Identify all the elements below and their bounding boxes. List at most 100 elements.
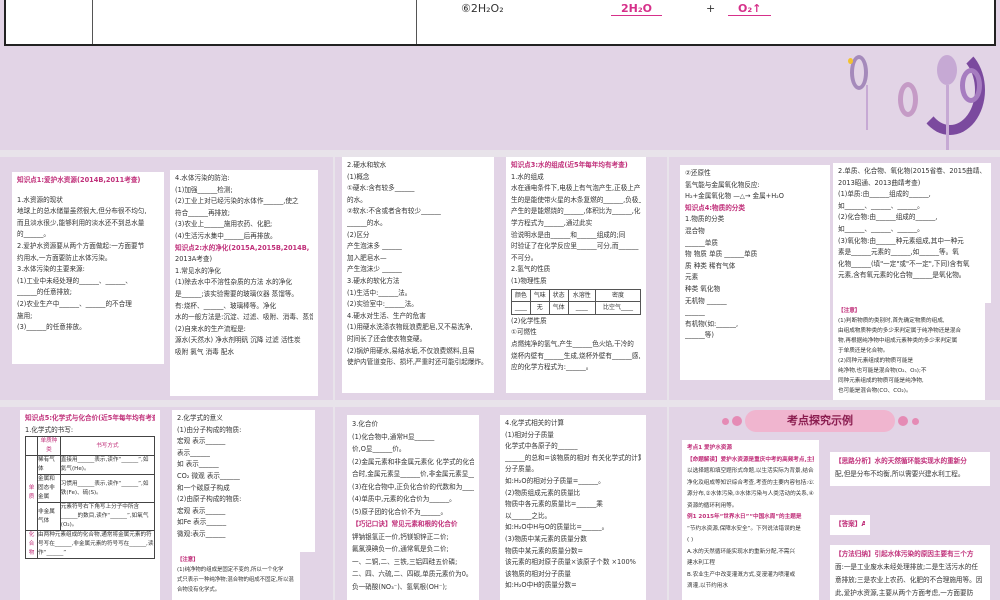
- panel-formula-calc: 4.化学式相关的计算 (1)相对分子质量化学式中各原子的______ ______的…: [500, 415, 646, 600]
- text-line: B.农业生产中改变灌溉方式,变漫灌为喷灌或: [687, 571, 796, 578]
- text-line: ______的任意排放;: [17, 288, 72, 297]
- panel-formula-meaning: 2.化学式的意义 (1)由分子构成的物质: 宏观 表示______ 表示_____…: [172, 410, 315, 552]
- text-line: 纯净物,也可能是混合物(O₂、O₃);不: [838, 368, 927, 374]
- text-line: 水的一般方法是:沉淀、过滤、吸附、消毒、蒸馏等。: [175, 313, 313, 322]
- text-line: 地球上的总水储量虽然很大,但分布很不均匀,: [17, 207, 147, 216]
- text-line: 宏观 表示______: [177, 437, 226, 446]
- text-line: CO₂ 微观 表示______: [177, 471, 240, 480]
- text-line: 由组成物质种类的多少来判定属于纯净物还是混合: [838, 328, 962, 334]
- text-line: 施用;: [17, 311, 33, 320]
- text-line: (1)由分子构成的物质:: [177, 425, 242, 434]
- text-line: [17, 187, 159, 195]
- text-line: ①可燃性: [511, 328, 537, 337]
- td: 习惯用______表示,读作“______”,如铁(Fe)、硫(S)。: [59, 474, 156, 504]
- text-line: (3)在化合物中,正负化合价的代数和为______。: [352, 482, 474, 491]
- text-line: (1)相对分子质量: [505, 430, 554, 439]
- text-line: ______: [685, 308, 705, 317]
- text-line: 考点1 爱护水资源: [687, 445, 732, 451]
- text-line: 该元素的相对原子质量×该原子个数 ×100%: [505, 558, 636, 567]
- text-block: 知识点5:化学式与化合价(近5年每年均有考查) 1.化学式的书写:: [25, 413, 155, 436]
- text-line: 滴灌,以节约用水: [687, 583, 728, 589]
- text-line: 净化及组成等知识综合考查,考查的主要内容包括:①水资: [687, 479, 814, 486]
- text-line: ______的总和=该物质的相对 有关化学式的计算: [505, 453, 641, 462]
- text-line: 不可分。: [511, 253, 538, 262]
- text-line: (2)化合物:由______组成的______,: [838, 213, 938, 222]
- text-line: 产生的是能燃烧的______,体积比为______,化: [511, 207, 641, 216]
- panel-note-formula: 【注意】 (1)纯净物的组成是固定不变的,所以一个化学 式只表示一种纯净物;混合物的…: [172, 552, 300, 600]
- text-line: 【注意】: [838, 308, 861, 314]
- text-line: (1)除去水中不溶性杂质的方法 水的净化: [175, 278, 292, 287]
- text-line: “节约水资源,保障水安全”。下列说法错误的是: [687, 525, 801, 532]
- banner-dot: [722, 418, 729, 425]
- text-line: 此,爱护水资源,主要从两个方面考虑,一方面要防: [835, 589, 974, 597]
- text-line: 4.化学式相关的计算: [505, 419, 565, 427]
- top-slide: ⑥2H₂O₂ 2H₂O + O₂↑: [0, 0, 1000, 150]
- text-line: (1)用硬水洗涤衣物既浪费肥皂,又不易洗净,: [347, 323, 473, 332]
- text-line: 3.硬水的软化方法: [347, 276, 400, 285]
- text-line: 分子质量。: [505, 465, 538, 474]
- text-line: (2)金属元素和非金属元素化 化学式的化合价: [352, 457, 474, 466]
- text-line: 生的是能使带火星的木条复燃的______,负极上: [511, 195, 641, 204]
- text-line: 以选择题和填空题形式命题,以生活实际为背景,结合水的: [687, 468, 814, 474]
- text-line: 建水利工程: [687, 560, 715, 566]
- panel-method: 【方法归纳】引起水体污染的原因主要有三个方 面:一是工业废水未经处理排放;二是生活…: [830, 545, 990, 600]
- text-line: 氟氯溴碘负一价,通常氧是负二价;: [352, 545, 449, 553]
- text-line: 4.水体污染的防治:: [175, 174, 230, 182]
- text-line: 【答案】A: [835, 520, 865, 528]
- text-line: 【注意】: [177, 557, 199, 563]
- product-2: O₂↑: [728, 2, 772, 16]
- text-line: (2)化学性质: [511, 316, 547, 325]
- text-line: 【思路分析】水的天然循环能实现水的重新分: [835, 457, 967, 465]
- td: 比空气____: [595, 301, 641, 315]
- text-line: 知识点4:物质的分类: [685, 203, 745, 212]
- text-line: 知识点5:化学式与化合价(近5年每年均有考查): [25, 414, 155, 422]
- text-line: 钾钠银氢正一价,钙镁钡锌正二价;: [352, 532, 449, 541]
- banner-dot: [898, 416, 908, 426]
- text-line: 加入肥皂水—: [347, 253, 387, 262]
- text-line: 符合______再排放;: [175, 208, 230, 217]
- text-line: 如:H₂O中H的质量分数=: [505, 581, 577, 590]
- text-line: 产生泡沫少 ______: [347, 265, 402, 274]
- panel-water-composition: 知识点3:水的组成(近5年每年均有考查) 1.水的组成 水在通电条件下,电极上有气泡…: [506, 157, 646, 393]
- text-line: 式只表示一种纯净物;混合物的组成不固定,所以混: [177, 577, 294, 583]
- text-line: ②软水:不含或者含有较少______: [347, 207, 441, 216]
- text-line: 【巧记口诀】常见元素和根的化合价: [352, 520, 458, 528]
- text-line: 3.化合价: [352, 420, 379, 428]
- text-line: 物质中某元素的质量分数=: [505, 546, 584, 555]
- text-line: 1.水资源的现状: [17, 195, 63, 204]
- text-line: 负一硝酸(NO₃⁻)、氢氧根(OH⁻);: [352, 582, 448, 591]
- text-line: (2)农业生产中______、______的不合理: [17, 299, 132, 308]
- panel-example: 考点1 爱护水资源 【命题解读】爱护水资源是重庆中考的高频考点,主要 以选择题和填空…: [682, 440, 819, 600]
- decor-circle: [898, 82, 918, 117]
- text-line: (2)锅炉用硬水,易结水垢,不仅浪费燃料,且易: [347, 346, 475, 355]
- group-label: 化合物: [25, 530, 38, 560]
- text-line: 1.水的组成: [511, 172, 544, 181]
- td: 金属和固态非金属: [37, 474, 61, 504]
- plus-sign: +: [706, 2, 716, 15]
- td: 元素符号右下角写上分子中所含______的数目,读作“______”,如氧气(O…: [59, 502, 156, 532]
- th: 书写方式: [59, 436, 156, 457]
- text-line: 1.化学式的书写:: [25, 425, 74, 434]
- text-line: 物 物质 单质 ______单质: [685, 250, 758, 259]
- equation-prefix: ⑥2H₂O₂: [461, 2, 504, 15]
- text-line: (1)单质:由______组成的______,: [838, 190, 931, 199]
- text-line: ______单质: [685, 238, 718, 247]
- panel-chemical-formula: 知识点5:化学式与化合价(近5年每年均有考查) 1.化学式的书写: 单质种类 书写方…: [20, 410, 160, 600]
- td: ____: [511, 301, 531, 315]
- text-line: 有:烧杯、______、玻璃棒等。净化: [175, 301, 277, 310]
- td: 直接用______表示,读作“______”,如氦气(He)。: [59, 455, 156, 476]
- text-line: 表示______: [177, 448, 210, 457]
- panel-classification: ②还原性 氢气能与金属氧化物反应: H₂+金属氧化物 —△→ 金属+H₂O 知识点4:…: [680, 165, 830, 380]
- text-line: 化物______(填"一定"或"不一定",下同)含有氧: [838, 259, 970, 268]
- reaction-table: ⑥2H₂O₂ 2H₂O + O₂↑: [4, 0, 996, 46]
- text-line: 元素,含有氧元素的化合物______是氧化物。: [838, 271, 966, 280]
- text-line: 一、二铜,二、三铁,三铝四硅五价磷;: [352, 557, 458, 566]
- text-line: 价,O显______价。: [352, 445, 406, 453]
- text-line: 化学式中各原子的______: [505, 442, 578, 451]
- text-line: (4)单质中,元素的化合价为______。: [352, 495, 456, 503]
- text-line: 于单质还是化合物。: [838, 348, 889, 354]
- text-line: 约用水,一方面要防止水体污染。: [17, 253, 112, 262]
- text-line: 1.常见水的净化: [175, 266, 221, 275]
- text-line: 是______;该实验需要的玻璃仪器 蒸馏等。: [175, 289, 299, 298]
- text-line: 如:H₂O的相对分子质量=______。: [505, 476, 605, 485]
